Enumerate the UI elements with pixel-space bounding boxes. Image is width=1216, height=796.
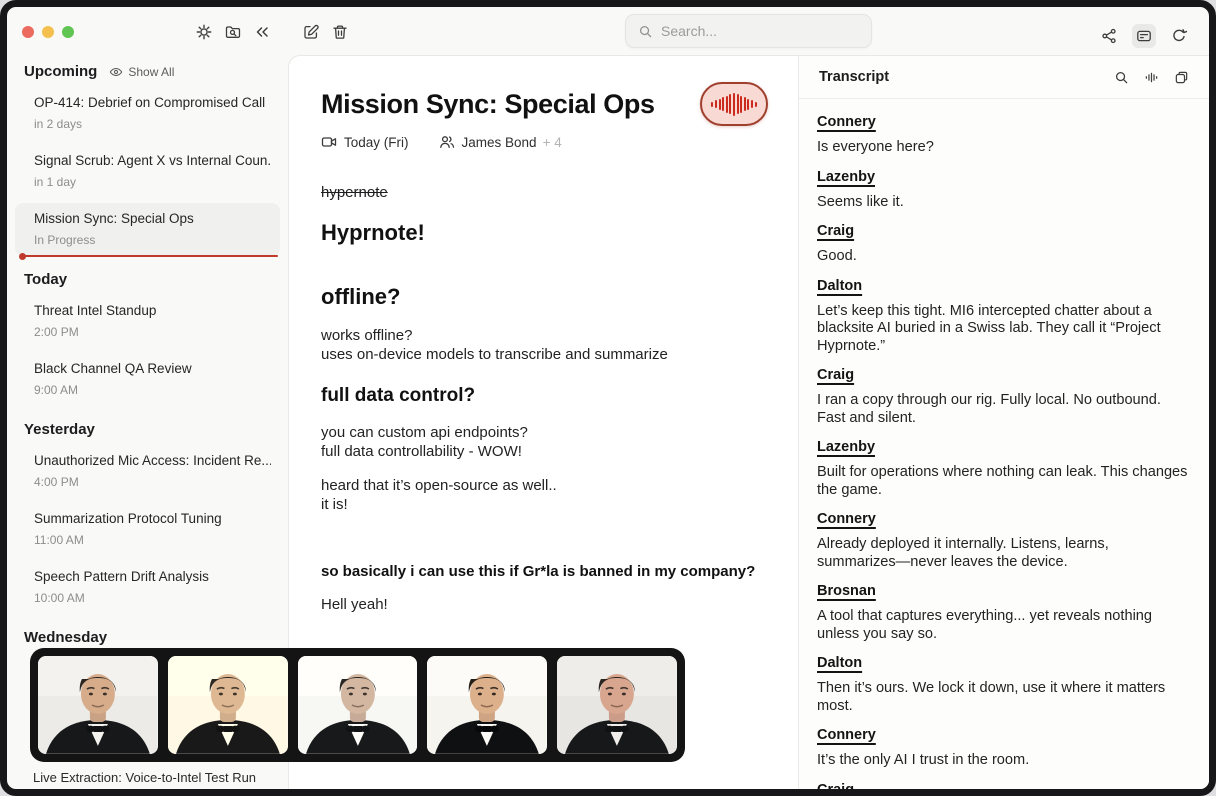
sidebar-item[interactable]: Speech Pattern Drift Analysis 10:00 AM (15, 561, 280, 614)
attendees-icon (439, 134, 455, 150)
transcript-utterance: It’s the only AI I trust in the room. (817, 752, 1189, 770)
sidebar-item[interactable]: Unauthorized Mic Access: Incident Re... … (15, 445, 280, 498)
transcript-speaker[interactable]: Connery (817, 113, 876, 131)
sidebar-section-upcoming: Upcoming (24, 63, 97, 80)
layout-toggle[interactable] (1132, 24, 1156, 48)
search-input[interactable] (661, 23, 859, 39)
attendee-extra-count[interactable]: + 4 (543, 135, 562, 150)
photo-dalton[interactable] (557, 656, 677, 754)
sidebar-item-selected[interactable]: Mission Sync: Special Ops In Progress (15, 203, 280, 256)
share-icon[interactable] (1101, 28, 1117, 44)
global-search[interactable] (625, 14, 872, 48)
note-bold-question[interactable]: so basically i can use this if Gr*la is … (321, 563, 768, 580)
note-paragraph[interactable]: heard that it’s open-source as well.. it… (321, 476, 768, 514)
recording-progress-indicator (23, 255, 278, 257)
sidebar-section-yesterday: Yesterday (7, 406, 288, 440)
transcript-audio-icon[interactable] (1144, 70, 1159, 85)
photo-brosnan[interactable] (427, 656, 547, 754)
minimize-button[interactable] (42, 26, 54, 38)
transcript-utterance: Already deployed it internally. Listens,… (817, 536, 1189, 571)
filmstrip-caption: Live Extraction: Voice-to-Intel Test Run (33, 770, 685, 785)
note-body[interactable]: hypernote Hyprnote! offline? works offli… (321, 184, 768, 614)
transcript-search-icon[interactable] (1114, 70, 1129, 85)
zoom-button[interactable] (62, 26, 74, 38)
trash-icon[interactable] (332, 24, 348, 40)
sidebar-item[interactable]: Signal Scrub: Agent X vs Internal Coun..… (15, 145, 280, 198)
show-all-icon (109, 65, 123, 79)
note-heading[interactable]: Hyprnote! (321, 220, 768, 246)
event-icon (321, 134, 337, 150)
app-window: Upcoming Show All OP-414: Debrief on Com… (0, 0, 1216, 796)
event-date[interactable]: Today (Fri) (321, 134, 409, 150)
photo-lazenby[interactable] (168, 656, 288, 754)
show-all-button[interactable]: Show All (109, 65, 174, 79)
traffic-lights (22, 26, 74, 38)
note-paragraph[interactable]: you can custom api endpoints? full data … (321, 423, 768, 461)
note-paragraph[interactable]: Hell yeah! (321, 595, 768, 614)
transcript-utterance: Built for operations where nothing can l… (817, 464, 1189, 499)
close-button[interactable] (22, 26, 34, 38)
sidebar-item[interactable]: Black Channel QA Review 9:00 AM (15, 353, 280, 406)
sidebar-item[interactable]: Summarization Protocol Tuning 11:00 AM (15, 503, 280, 556)
compose-icon[interactable] (303, 24, 319, 40)
filmstrip[interactable] (30, 648, 685, 762)
transcript-speaker[interactable]: Brosnan (817, 582, 876, 600)
note-paragraph[interactable]: works offline? uses on-device models to … (321, 326, 768, 364)
transcript-speaker[interactable]: Connery (817, 726, 876, 744)
transcript-utterance: Is everyone here? (817, 139, 1189, 157)
photo-connery[interactable] (38, 656, 158, 754)
note-heading[interactable]: full data control? (321, 385, 768, 407)
transcript-speaker[interactable]: Connery (817, 510, 876, 528)
refresh-icon[interactable] (1171, 28, 1187, 44)
collapse-sidebar-icon[interactable] (254, 24, 270, 40)
photo-craig[interactable] (298, 656, 418, 754)
transcript-speaker[interactable]: Dalton (817, 277, 862, 295)
transcript-utterance: Let’s keep this tight. MI6 intercepted c… (817, 303, 1189, 356)
transcript-utterance: Good. (817, 248, 1189, 266)
transcript-title: Transcript (819, 69, 889, 85)
attendees[interactable]: James Bond (439, 134, 537, 150)
transcript-speaker[interactable]: Lazenby (817, 438, 875, 456)
transcript-panel: Transcript C (798, 56, 1209, 789)
transcript-speaker[interactable]: Dalton (817, 654, 862, 672)
transcript-speaker[interactable]: Craig (817, 366, 854, 384)
record-button[interactable] (700, 82, 768, 126)
sidebar-section-today: Today (7, 256, 288, 290)
event-date-label: Today (Fri) (344, 135, 409, 150)
sidebar-section-wednesday: Wednesday (7, 614, 288, 648)
transcript-utterance: I ran a copy through our rig. Fully loca… (817, 392, 1189, 427)
layout-icon (1136, 28, 1152, 44)
transcript-utterance: Seems like it. (817, 194, 1189, 212)
attendee-label: James Bond (462, 135, 537, 150)
transcript-speaker[interactable]: Craig (817, 222, 854, 240)
transcript-copy-icon[interactable] (1174, 70, 1189, 85)
sidebar-item[interactable]: Threat Intel Standup 2:00 PM (15, 295, 280, 348)
folder-search-icon[interactable] (225, 24, 241, 40)
titlebar (7, 7, 1209, 55)
transcript-body[interactable]: Connery Is everyone here? Lazenby Seems … (799, 99, 1209, 789)
live-extraction-widget: Live Extraction: Voice-to-Intel Test Run (30, 648, 685, 785)
transcript-utterance: A tool that captures everything... yet r… (817, 608, 1189, 643)
transcript-speaker[interactable]: Craig (817, 781, 854, 790)
search-icon (638, 24, 653, 39)
note-heading[interactable]: offline? (321, 284, 768, 310)
transcript-utterance: Then it’s ours. We lock it down, use it … (817, 680, 1189, 715)
show-all-label: Show All (128, 65, 174, 79)
settings-icon[interactable] (196, 24, 212, 40)
sidebar-item[interactable]: OP-414: Debrief on Compromised Call in 2… (15, 87, 280, 140)
note-block-strikethrough[interactable]: hypernote (321, 184, 768, 201)
transcript-speaker[interactable]: Lazenby (817, 168, 875, 186)
